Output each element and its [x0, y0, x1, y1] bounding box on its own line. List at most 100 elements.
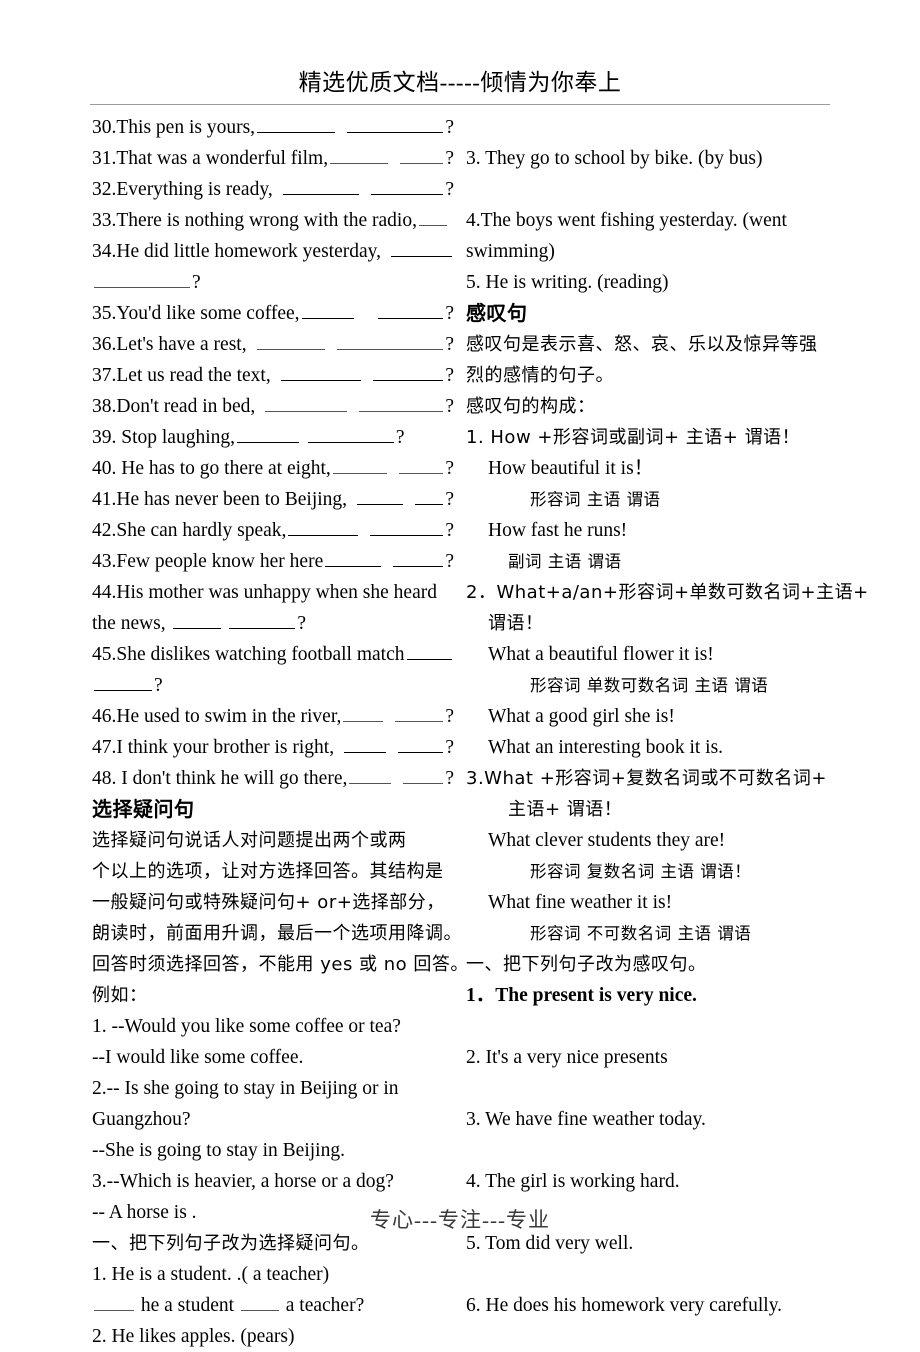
- question-mark: ?: [445, 489, 454, 510]
- answer-blank[interactable]: [265, 398, 348, 412]
- question-item: 38.Don't read in bed, ?: [92, 391, 454, 422]
- section-body-line: 回答时须选择回答，不能用 yes 或 no 回答。: [92, 954, 469, 975]
- question-mark: ?: [445, 303, 454, 324]
- question-mark: ?: [445, 148, 454, 169]
- answer-blank[interactable]: [325, 553, 382, 567]
- answer-blank[interactable]: [336, 336, 444, 350]
- example-line: --I would like some coffee.: [92, 1047, 304, 1068]
- question-item: 39. Stop laughing, ?: [92, 422, 454, 453]
- answer-blank[interactable]: [357, 491, 404, 505]
- answer-blank[interactable]: [282, 181, 359, 195]
- pattern-example-extra: What a good girl she is!: [488, 706, 675, 727]
- page-header: 精选优质文档-----倾情为你奉上: [298, 70, 622, 95]
- answer-blank[interactable]: [256, 336, 325, 350]
- answer-blank[interactable]: [377, 305, 444, 319]
- answer-blank[interactable]: [415, 491, 444, 505]
- item-text: Don't read in bed,: [116, 396, 256, 417]
- question-mark: ?: [445, 334, 454, 355]
- answer-blank[interactable]: [403, 770, 444, 784]
- exercise-item: 2. He likes apples. (pears): [92, 1326, 295, 1347]
- question-mark: ?: [445, 520, 454, 541]
- answer-blank[interactable]: [229, 615, 296, 629]
- answer-blank[interactable]: [349, 770, 392, 784]
- answer-blank[interactable]: [307, 429, 394, 443]
- item-text: You'd like some coffee,: [116, 303, 300, 324]
- answer-blank[interactable]: [398, 460, 444, 474]
- section-body-line: 感叹句的构成：: [466, 396, 596, 417]
- exercise-item: 6. He does his homework very carefully.: [466, 1295, 783, 1316]
- answer-blank[interactable]: [370, 522, 444, 536]
- answer-blank[interactable]: [237, 429, 300, 443]
- question-item: 34.He did little homework yesterday,: [92, 236, 454, 267]
- item-number: 45.: [92, 644, 117, 665]
- answer-blank[interactable]: [406, 646, 452, 660]
- question-item: 44.His mother was unhappy when she heard: [92, 577, 454, 608]
- item-number: 34.: [92, 241, 117, 262]
- question-item: 47.I think your brother is right, ?: [92, 732, 454, 763]
- answer-blank[interactable]: [94, 1297, 134, 1311]
- question-mark: ?: [395, 427, 405, 448]
- section-body-line: 选择疑问句说话人对问题提出两个或两: [92, 830, 407, 851]
- section-body-line: 感叹句是表示喜、怒、哀、乐以及惊异等强: [466, 334, 818, 355]
- exercise-item: 1．The present is very nice.: [466, 980, 828, 1011]
- left-column: 30.This pen is yours, ? 31.That was a wo…: [92, 112, 469, 1352]
- answer-blank[interactable]: [94, 274, 190, 288]
- header-divider: [90, 104, 830, 105]
- answer-blank[interactable]: [280, 367, 361, 381]
- answer-blank[interactable]: [418, 212, 447, 226]
- question-item: 40. He has to go there at eight, ?: [92, 453, 454, 484]
- answer-blank[interactable]: [393, 553, 444, 567]
- item-text: He used to swim in the river,: [116, 706, 342, 727]
- item-text: a teacher?: [280, 1295, 365, 1316]
- question-mark: ?: [445, 396, 454, 417]
- answer-blank[interactable]: [343, 708, 384, 722]
- question-mark: ?: [445, 365, 454, 386]
- item-number: 30.: [92, 117, 117, 138]
- answer-blank[interactable]: [372, 367, 444, 381]
- question-item: 48. I don't think he will go there, ?: [92, 763, 454, 794]
- answer-blank[interactable]: [288, 522, 359, 536]
- item-text: I don't think he will go there,: [121, 768, 348, 789]
- answer-blank[interactable]: [370, 181, 444, 195]
- answer-blank[interactable]: [395, 708, 444, 722]
- question-mark: ?: [445, 179, 454, 200]
- pattern-example: What fine weather it is!: [488, 892, 673, 913]
- pattern-example-extra: What an interesting book it is.: [488, 737, 724, 758]
- question-mark: ?: [297, 613, 307, 634]
- pattern-example: What a beautiful flower it is!: [488, 644, 714, 665]
- answer-blank[interactable]: [257, 119, 336, 133]
- answer-blank[interactable]: [172, 615, 221, 629]
- pattern-example-labels: 形容词 主语 谓语: [530, 490, 661, 509]
- answer-blank[interactable]: [240, 1297, 279, 1311]
- question-item: 41.He has never been to Beijing, ?: [92, 484, 454, 515]
- answer-blank[interactable]: [94, 677, 152, 691]
- question-item: 43.Few people know her here ?: [92, 546, 454, 577]
- answer-blank[interactable]: [332, 460, 387, 474]
- question-mark: ?: [445, 551, 454, 572]
- question-mark: ?: [154, 675, 163, 696]
- pattern-example: How beautiful it is！: [488, 458, 654, 479]
- question-item: 36.Let's have a rest, ?: [92, 329, 454, 360]
- answer-blank[interactable]: [359, 398, 444, 412]
- exercise-item-blanks: he a student a teacher?: [92, 1290, 454, 1321]
- item-text: I think your brother is right,: [116, 737, 335, 758]
- answer-blank[interactable]: [301, 305, 354, 319]
- answer-blank[interactable]: [391, 243, 452, 257]
- page-footer: 专心---专注---专业: [370, 1208, 550, 1232]
- pattern-rule: 3.What +形容词+复数名词或不可数名词+: [466, 768, 827, 789]
- answer-blank[interactable]: [347, 119, 444, 133]
- item-text: He has never been to Beijing,: [116, 489, 348, 510]
- exercise-item: 2. It's a very nice presents: [466, 1047, 668, 1068]
- answer-blank[interactable]: [398, 739, 444, 753]
- item-text: He has to go there at eight,: [121, 458, 331, 479]
- item-text: This pen is yours,: [116, 117, 256, 138]
- item-text: That was a wonderful film,: [116, 148, 329, 169]
- answer-blank[interactable]: [400, 150, 444, 164]
- answer-blank[interactable]: [344, 739, 387, 753]
- answer-blank[interactable]: [330, 150, 389, 164]
- item-text: There is nothing wrong with the radio,: [116, 210, 417, 231]
- item-text: Stop laughing,: [121, 427, 236, 448]
